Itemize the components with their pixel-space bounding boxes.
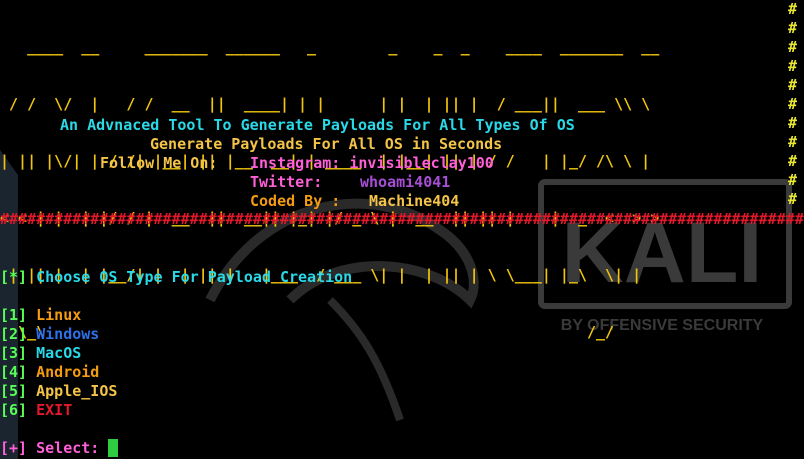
prompt-text: Choose OS Type For Payload Creation [36, 268, 353, 286]
instagram-handle: Instagram: invisibleclay100 [250, 154, 494, 172]
option-linux[interactable]: [1] Linux [0, 306, 81, 325]
option-apple-ios[interactable]: [5] Apple_IOS [0, 382, 117, 401]
banner-line: ____ __ _______ ______ _ _ _ _ ____ ____… [0, 38, 660, 56]
option-label: EXIT [36, 401, 73, 419]
option-number: [2] [0, 325, 28, 343]
option-label: Apple_IOS [36, 382, 118, 400]
option-macos[interactable]: [3] MacOS [0, 344, 81, 363]
prompt-marker: [*] [0, 268, 28, 286]
separator-line: ########################################… [0, 210, 804, 228]
twitter-handle: whoami4041 [360, 173, 451, 191]
tagline: An Advnaced Tool To Generate Payloads Fo… [60, 116, 575, 134]
coded-by-label: Coded By : [250, 192, 341, 210]
select-prompt[interactable]: [+] Select: [0, 439, 119, 458]
option-label: MacOS [36, 344, 82, 362]
option-exit[interactable]: [6] EXIT [0, 401, 72, 420]
select-marker: [+] [0, 439, 28, 457]
banner-line: / / \/ | / / __ || ____| | | | | | || | … [0, 95, 651, 113]
follow-line: Follow Me On: [100, 154, 217, 173]
option-number: [6] [0, 401, 28, 419]
option-android[interactable]: [4] Android [0, 363, 99, 382]
select-label: Select: [36, 439, 100, 457]
option-label: Windows [36, 325, 100, 343]
option-windows[interactable]: [2] Windows [0, 325, 99, 344]
option-label: Linux [36, 306, 82, 324]
option-number: [4] [0, 363, 28, 381]
coded-by-name: Machine404 [369, 192, 460, 210]
option-label: Android [36, 363, 100, 381]
subtagline: Generate Payloads For All OS in Seconds [150, 135, 503, 153]
ascii-banner: ____ __ _______ ______ _ _ _ _ ____ ____… [0, 0, 659, 361]
twitter-label: Twitter: [250, 173, 323, 191]
os-prompt: [*] Choose OS Type For Payload Creation [0, 268, 352, 287]
terminal-cursor[interactable] [108, 439, 119, 457]
option-number: [3] [0, 344, 28, 362]
follow-label: Follow Me On: [100, 154, 218, 172]
option-number: [5] [0, 382, 28, 400]
option-number: [1] [0, 306, 28, 324]
hash-border-right: # # # # # # # # # # # [788, 0, 798, 208]
